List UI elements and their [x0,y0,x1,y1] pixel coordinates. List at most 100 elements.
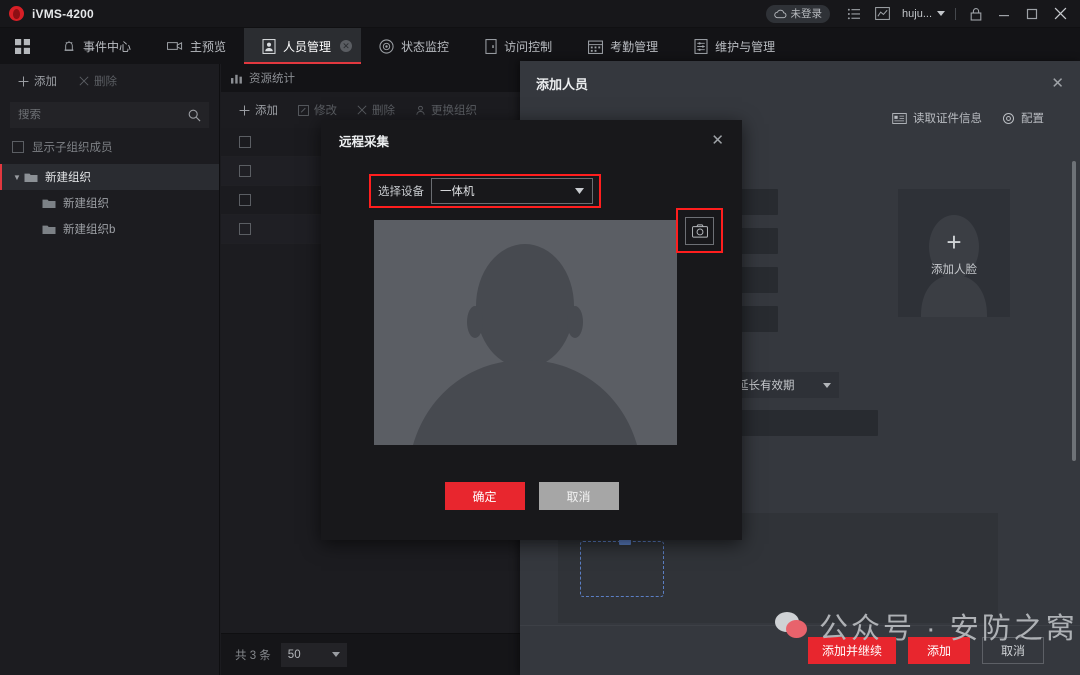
chevron-down-icon [331,652,340,657]
chevron-down-icon [823,382,831,388]
person-edit-button[interactable]: 修改 [290,102,345,118]
chart-icon[interactable] [871,3,893,25]
row-checkbox[interactable] [239,165,251,177]
modal-confirm-button[interactable]: 确定 [444,482,525,510]
folder-icon [24,172,38,183]
nav-label: 考勤管理 [610,39,659,54]
close-icon[interactable]: ✕ [1051,74,1064,92]
person-change-org-button[interactable]: 更换组织 [407,102,485,118]
gear-icon [1002,112,1015,124]
page-size-value: 50 [287,648,301,661]
device-select[interactable]: 一体机 [431,178,593,204]
person-delete-label: 删除 [372,105,395,117]
main-nav-bar: 事件中心 主预览 人员管理 ✕ 状态监控 访问控制 考勤管理 维护与管理 [0,28,1080,64]
org-node-label: 新建组织 [63,198,109,210]
nav-item-maintenance[interactable]: 维护与管理 [676,28,793,64]
config-label: 配置 [1021,113,1044,125]
modal-header: 远程采集 ✕ [321,120,742,160]
login-status-button[interactable]: 未登录 [765,4,831,23]
people-icon [416,105,425,115]
maximize-icon[interactable] [1021,3,1043,25]
device-select-label: 选择设备 [378,186,424,198]
title-bar: iVMS-4200 未登录 huju... [0,0,1080,28]
scrollbar-thumb[interactable] [1072,161,1076,461]
remote-collection-modal: 远程采集 ✕ 选择设备 一体机 确定 取消 [321,120,742,540]
device-select-highlight: 选择设备 一体机 [369,174,601,208]
plus-icon [239,105,250,115]
row-checkbox[interactable] [239,223,251,235]
add-button[interactable]: 添加 [908,637,970,664]
person-list-footer: 共 3 条 50 [221,633,520,675]
caret-down-icon[interactable]: ▼ [10,173,24,182]
org-delete-button[interactable]: 删除 [71,73,125,89]
plus-icon [18,76,29,86]
row-checkbox[interactable] [239,136,251,148]
nav-item-event-center[interactable]: 事件中心 [44,28,149,64]
row-checkbox[interactable] [239,194,251,206]
nav-item-main-preview[interactable]: 主预览 [149,28,244,64]
calendar-icon [588,39,604,54]
extend-validity-select[interactable]: 延长有效期 [729,372,839,398]
titlebar-right-controls: 未登录 huju... [765,0,1080,28]
device-select-value: 一体机 [440,186,475,198]
nav-label: 人员管理 [283,39,332,54]
read-id-card-button[interactable]: 读取证件信息 [892,110,982,126]
modal-cancel-button[interactable]: 取消 [538,482,619,510]
list-icon[interactable] [843,3,865,25]
person-edit-label: 修改 [314,105,337,117]
person-card-icon [262,38,276,54]
nav-label: 维护与管理 [715,39,776,54]
camera-icon [167,40,183,52]
application-window: iVMS-4200 未登录 huju... 事件中心 主预览 人员管理 ✕ 状态… [0,0,1080,675]
person-delete-button[interactable]: 删除 [349,102,403,118]
add-face-box[interactable]: + 添加人脸 [898,189,1010,317]
read-id-card-label: 读取证件信息 [913,113,982,125]
cancel-button[interactable]: 取消 [982,637,1044,664]
alarm-icon [62,39,76,53]
org-add-button[interactable]: 添加 [10,73,65,89]
sliders-icon [694,38,708,54]
edit-icon [298,104,309,116]
camera-icon [691,223,708,238]
organization-panel: 添加 删除 显示子组织成员 ▼ [0,64,220,675]
org-tree-node-child-1[interactable]: 新建组织 [0,190,219,216]
org-tree-node-child-2[interactable]: 新建组织b [0,216,219,242]
x-icon [79,76,89,86]
nav-item-attendance[interactable]: 考勤管理 [570,28,676,64]
door-icon [485,38,497,54]
login-status-label: 未登录 [790,8,823,20]
capture-button[interactable] [685,216,714,245]
show-suborg-checkbox[interactable]: 显示子组织成员 [0,128,219,164]
person-add-button[interactable]: 添加 [231,102,286,118]
add-and-continue-button[interactable]: 添加并继续 [807,637,896,664]
nav-item-status-monitor[interactable]: 状态监控 [361,28,467,64]
nav-tab-close-icon[interactable]: ✕ [340,40,353,52]
resource-statistics-header[interactable]: 资源统计 [221,64,520,92]
user-menu[interactable]: huju... [902,8,945,20]
nav-item-person-management[interactable]: 人员管理 ✕ [244,28,362,64]
search-icon[interactable] [188,109,201,122]
config-button[interactable]: 配置 [1002,110,1044,126]
apps-grid-icon[interactable] [0,28,44,64]
add-person-header: 添加人员 ✕ [520,61,1080,105]
close-icon[interactable]: ✕ [711,131,724,149]
capture-button-highlight [676,208,723,253]
resource-statistics-label: 资源统计 [249,73,295,85]
app-title: iVMS-4200 [32,6,94,21]
nav-item-access-control[interactable]: 访问控制 [467,28,570,64]
org-add-label: 添加 [34,76,57,88]
org-node-label: 新建组织 [45,172,91,184]
close-icon[interactable] [1049,3,1071,25]
lock-icon[interactable] [965,3,987,25]
card-placeholder-dashed-box[interactable] [580,538,664,597]
org-tree-node-root[interactable]: ▼ 新建组织 [0,164,219,190]
search-input[interactable] [18,109,188,121]
checkbox-box [12,141,24,153]
minimize-icon[interactable] [993,3,1015,25]
organization-toolbar: 添加 删除 [0,64,219,98]
cloud-icon [773,9,786,18]
add-person-footer: 添加并继续 添加 取消 [520,625,1080,675]
organization-search[interactable] [10,102,209,128]
folder-icon [42,224,56,235]
page-size-select[interactable]: 50 [280,642,347,667]
